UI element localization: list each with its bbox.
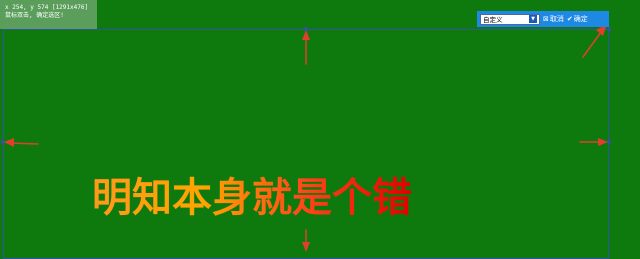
check-icon: ✔ bbox=[566, 15, 573, 23]
resize-handle-left[interactable] bbox=[1, 140, 5, 144]
video-caption: 明知本身就是个错 bbox=[92, 174, 412, 222]
capture-toolbar: 自定义 ▼ ⊠ 取消 ✔ 确定 bbox=[477, 11, 609, 27]
resize-handle-right[interactable] bbox=[607, 140, 611, 144]
resize-handle-top[interactable] bbox=[304, 27, 308, 31]
caption-text: 明知本身就是个错 bbox=[92, 174, 412, 221]
cancel-button[interactable]: ⊠ 取消 bbox=[543, 14, 564, 24]
coordinate-info-panel: x 254, y 574 [1291x476] 鼠标双击, 确定选区! bbox=[0, 0, 97, 29]
cancel-label: 取消 bbox=[549, 15, 564, 23]
mode-select[interactable]: 自定义 ▼ bbox=[480, 13, 540, 25]
instruction-text: 鼠标双击, 确定选区! bbox=[5, 12, 64, 19]
resize-handle-top-right[interactable] bbox=[607, 27, 611, 31]
coordinate-readout: x 254, y 574 [1291x476] bbox=[5, 4, 89, 11]
chevron-down-icon[interactable]: ▼ bbox=[529, 15, 537, 23]
confirm-button[interactable]: ✔ 确定 bbox=[567, 14, 588, 24]
confirm-label: 确定 bbox=[573, 15, 588, 23]
mode-select-value: 自定义 bbox=[483, 16, 503, 24]
close-icon: ⊠ bbox=[543, 15, 549, 23]
selection-box[interactable] bbox=[3, 29, 609, 259]
